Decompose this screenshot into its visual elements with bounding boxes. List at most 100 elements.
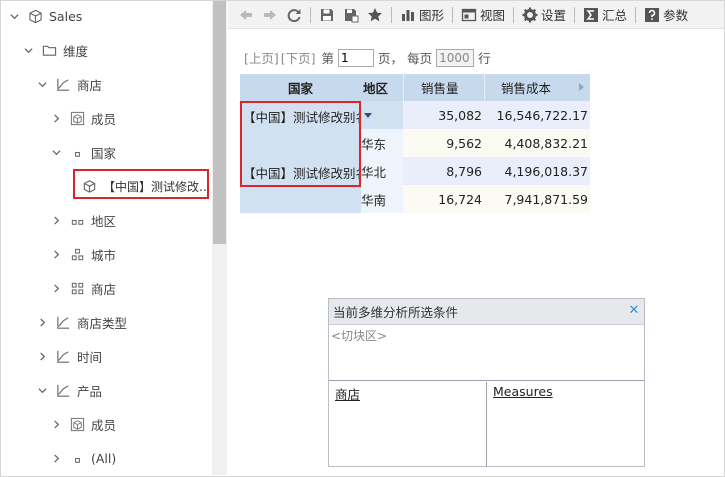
tree-item-label: 时间 xyxy=(77,349,103,365)
row-axis-item[interactable]: 商店 xyxy=(335,387,360,402)
close-icon[interactable]: ✕ xyxy=(628,304,640,317)
next-page-link[interactable]: [下页] xyxy=(281,48,316,67)
gear-icon xyxy=(522,7,538,22)
column-header-cost[interactable]: 销售成本 xyxy=(484,74,590,101)
page-prefix: 第 xyxy=(321,51,335,66)
tree-item-sales[interactable]: Sales xyxy=(9,5,82,27)
tree-item-members[interactable]: 成员 xyxy=(51,107,116,129)
tree-item-store-hierarchy[interactable]: 商店 xyxy=(37,73,102,95)
cost-cell: 7,941,871.59 xyxy=(484,185,590,213)
column-header-quantity[interactable]: 销售量 xyxy=(403,74,484,101)
favorite-button[interactable] xyxy=(363,4,387,26)
refresh-button[interactable] xyxy=(282,4,306,26)
column-axis-drop-zone[interactable]: Measures xyxy=(486,382,644,467)
region-cell[interactable] xyxy=(361,101,403,129)
chevron-right-icon[interactable] xyxy=(51,113,61,123)
tree-item-label: 产品 xyxy=(77,383,103,399)
refresh-icon xyxy=(287,8,301,22)
chevron-down-icon[interactable] xyxy=(23,45,33,55)
hierarchy-icon xyxy=(55,76,71,92)
rows-per-page-input[interactable] xyxy=(436,48,475,67)
cost-cell: 4,408,832.21 xyxy=(484,129,590,157)
arrow-left-icon xyxy=(240,9,252,20)
pagination-bar: [上页] [下页] 第 页， 每页 行 xyxy=(244,48,491,67)
column-header-region[interactable]: 地区 xyxy=(361,74,403,101)
expand-right-icon[interactable] xyxy=(579,83,584,91)
toolbar-divider xyxy=(452,6,454,23)
row-axis-drop-zone[interactable]: 商店 xyxy=(329,382,486,467)
tree-item-store-level[interactable]: 商店 xyxy=(51,277,116,299)
quantity-cell: 9,562 xyxy=(403,129,484,157)
scrollbar-thumb[interactable] xyxy=(213,1,226,244)
tree-item-product[interactable]: 产品 xyxy=(37,379,102,401)
tree-item-label: 成员 xyxy=(91,417,117,433)
tree-item-label: Sales xyxy=(49,8,83,24)
region-cell[interactable]: 华北 xyxy=(361,157,403,185)
chart-button[interactable]: 图形 xyxy=(396,4,448,26)
tree-item-label: 成员 xyxy=(91,111,117,127)
tree-item-dimensions[interactable]: 维度 xyxy=(23,39,88,61)
save-button[interactable] xyxy=(315,4,339,26)
tree-item-label: 商店 xyxy=(91,281,117,297)
per-page-prefix: 每页 xyxy=(407,51,433,66)
column-header-country[interactable]: 国家 xyxy=(240,74,361,101)
filter-panel-title: 当前多维分析所选条件 xyxy=(333,305,459,320)
quantity-cell: 16,724 xyxy=(403,185,484,213)
tree-item-country-level[interactable]: 国家 xyxy=(51,141,116,163)
tree-item-city-level[interactable]: 城市 xyxy=(51,243,116,265)
tree-item-all-level[interactable]: (All) xyxy=(51,447,116,469)
bar-chart-icon xyxy=(402,9,414,21)
page-number-input[interactable] xyxy=(338,48,375,67)
chevron-right-icon[interactable] xyxy=(37,317,47,327)
collapse-down-icon[interactable] xyxy=(364,112,372,118)
axis-area: 商店 Measures xyxy=(329,382,644,467)
settings-button[interactable]: 设置 xyxy=(518,4,570,26)
chevron-right-icon[interactable] xyxy=(37,351,47,361)
settings-button-label: 设置 xyxy=(541,8,567,23)
chevron-right-icon[interactable] xyxy=(51,283,61,293)
hierarchy-icon xyxy=(55,348,71,364)
chevron-right-icon[interactable] xyxy=(51,215,61,225)
chevron-right-icon[interactable] xyxy=(51,453,61,463)
tree-item-store-type[interactable]: 商店类型 xyxy=(37,311,127,333)
tree-item-product-members[interactable]: 成员 xyxy=(51,413,116,435)
forward-button[interactable] xyxy=(258,4,282,26)
toolbar-divider xyxy=(391,6,392,23)
tree-scrollbar[interactable] xyxy=(212,1,227,475)
chart-button-label: 图形 xyxy=(419,8,445,23)
toolbar-divider xyxy=(635,6,637,23)
params-button[interactable]: 参数 xyxy=(640,4,692,26)
selection-highlight xyxy=(73,169,209,199)
save-as-icon xyxy=(345,8,359,22)
quantity-cell: 35,082 xyxy=(403,101,484,129)
dimension-tree: Sales 维度 商店 成员 国家 【中国】测试修改... 地区 城市 商店 商… xyxy=(1,1,212,475)
toolbar: 图形 视图 设置 汇总 参数 xyxy=(228,1,724,29)
region-cell[interactable]: 华南 xyxy=(361,185,403,213)
cost-cell: 16,546,722.17 xyxy=(484,101,590,129)
save-as-button[interactable] xyxy=(339,4,363,26)
level4-icon xyxy=(69,280,85,296)
slicer-area[interactable]: <切块区> xyxy=(329,325,644,381)
tree-item-region-level[interactable]: 地区 xyxy=(51,209,116,231)
chevron-down-icon[interactable] xyxy=(9,11,19,21)
prev-page-link[interactable]: [上页] xyxy=(244,48,279,67)
tree-item-label: 城市 xyxy=(91,247,117,263)
tree-item-label: 商店类型 xyxy=(77,315,128,331)
view-button[interactable]: 视图 xyxy=(457,4,509,26)
chevron-down-icon[interactable] xyxy=(51,147,61,157)
toolbar-divider xyxy=(513,6,515,23)
highlight-box xyxy=(240,101,361,187)
column-axis-item[interactable]: Measures xyxy=(493,384,553,399)
filter-panel-header: 当前多维分析所选条件 ✕ xyxy=(329,299,644,325)
chevron-right-icon[interactable] xyxy=(51,249,61,259)
region-cell[interactable]: 华东 xyxy=(361,129,403,157)
member-icon xyxy=(69,416,85,432)
chevron-down-icon[interactable] xyxy=(37,79,47,89)
tree-item-time[interactable]: 时间 xyxy=(37,345,102,367)
level1-icon xyxy=(69,450,85,466)
chevron-right-icon[interactable] xyxy=(51,419,61,429)
tree-item-label: (All) xyxy=(91,450,117,466)
summary-button[interactable]: 汇总 xyxy=(579,4,631,26)
chevron-down-icon[interactable] xyxy=(37,385,47,395)
back-button[interactable] xyxy=(234,4,258,26)
